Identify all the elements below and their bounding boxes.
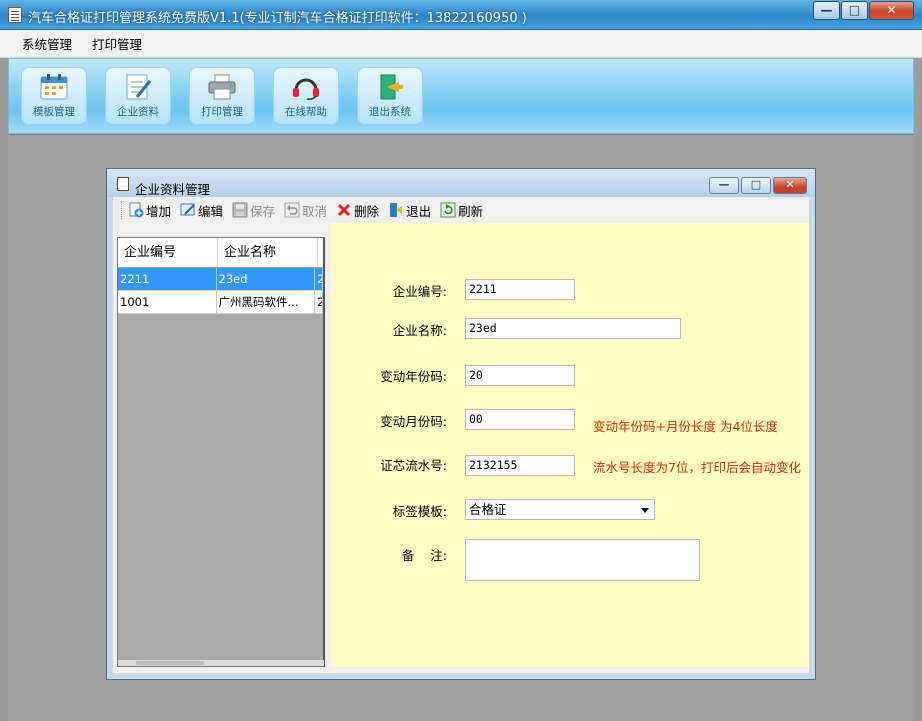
year-code-field[interactable]: 20 xyxy=(465,365,575,386)
window-title: 汽车合格证打印管理系统免费版V1.1(专业订制汽车合格证打印软件：1382216… xyxy=(28,11,527,26)
clipboard-icon xyxy=(117,177,129,191)
template-manage-label: 模板管理 xyxy=(33,106,75,118)
record-toolbar: 增加 编辑 保存 取消 删除 退出 刷新 xyxy=(113,197,809,223)
app-icon xyxy=(8,7,22,23)
menu-print[interactable]: 打印管理 xyxy=(82,34,152,53)
save-button[interactable]: 保存 xyxy=(232,201,275,220)
exit-label: 退出 xyxy=(406,203,432,219)
month-code-label: 变动月份码: xyxy=(380,414,447,429)
cancel-button[interactable]: 取消 xyxy=(284,201,327,220)
table-row[interactable]: 1001 广州黑码软件... 2 xyxy=(118,291,323,314)
menu-system[interactable]: 系统管理 xyxy=(0,34,82,53)
save-label: 保存 xyxy=(250,203,276,219)
child-titlebar: 企业资料管理 — □ ✕ xyxy=(107,169,815,197)
edit-icon xyxy=(180,202,196,218)
refresh-icon xyxy=(440,202,456,218)
exit-icon xyxy=(388,202,404,218)
child-close-button[interactable]: ✕ xyxy=(773,177,807,194)
child-window-title: 企业资料管理 xyxy=(135,182,211,197)
minimize-icon: — xyxy=(820,3,833,17)
company-name-field[interactable]: 23ed xyxy=(465,318,681,339)
column-header-id[interactable]: 企业编号 xyxy=(118,238,218,267)
child-window-controls: — □ ✕ xyxy=(707,177,807,194)
window-titlebar: 汽车合格证打印管理系统免费版V1.1(专业订制汽车合格证打印软件：1382216… xyxy=(0,0,922,30)
grid-horizontal-scrollbar[interactable] xyxy=(118,660,324,666)
delete-button[interactable]: 删除 xyxy=(336,201,379,220)
edit-button[interactable]: 编辑 xyxy=(180,201,223,220)
scrollbar-thumb[interactable] xyxy=(136,661,204,665)
child-maximize-button[interactable]: □ xyxy=(741,177,771,194)
year-month-hint: 变动年份码+月份长度 为4位长度 xyxy=(593,419,778,434)
cell-extra: 2 xyxy=(315,268,323,290)
chevron-down-icon xyxy=(641,508,649,513)
child-minimize-button[interactable]: — xyxy=(709,177,739,194)
exit-system-button[interactable]: 退出系统 xyxy=(357,67,423,125)
online-help-button[interactable]: 在线帮助 xyxy=(273,67,339,125)
cell-name: 广州黑码软件... xyxy=(217,291,316,313)
company-info-button[interactable]: 企业资料 xyxy=(105,67,171,125)
save-icon xyxy=(232,202,248,218)
cancel-label: 取消 xyxy=(302,203,328,219)
month-code-field[interactable]: 00 xyxy=(465,409,575,430)
template-select[interactable]: 合格证 xyxy=(465,499,655,520)
add-icon xyxy=(128,202,144,218)
child-body: 增加 编辑 保存 取消 删除 退出 刷新 企业编号 企业名称 2211 23ed… xyxy=(113,197,809,673)
template-manage-button[interactable]: 模板管理 xyxy=(21,67,87,125)
company-name-label: 企业名称: xyxy=(392,323,447,338)
company-id-label: 企业编号: xyxy=(392,284,447,299)
online-help-label: 在线帮助 xyxy=(285,106,327,118)
close-icon: ✕ xyxy=(886,3,897,17)
delete-label: 删除 xyxy=(354,203,380,219)
cell-name: 23ed xyxy=(217,268,316,290)
print-manage-button[interactable]: 打印管理 xyxy=(189,67,255,125)
menu-bar: 系统管理 打印管理 xyxy=(0,30,922,58)
document-edit-icon xyxy=(123,73,153,101)
remark-field[interactable] xyxy=(465,539,700,581)
exit-system-label: 退出系统 xyxy=(369,106,411,118)
window-controls: — □ ✕ xyxy=(812,1,914,20)
table-row[interactable]: 2211 23ed 2 xyxy=(118,268,323,291)
template-label: 标签模板: xyxy=(392,504,447,519)
minimize-button[interactable]: — xyxy=(813,1,840,20)
cell-id: 1001 xyxy=(118,291,217,313)
serial-hint: 流水号长度为7位，打印后会自动变化 xyxy=(593,460,801,475)
toolbar-grip xyxy=(121,201,124,219)
headset-icon xyxy=(291,73,321,101)
grid-header: 企业编号 企业名称 xyxy=(118,238,323,268)
year-code-label: 变动年份码: xyxy=(380,369,447,384)
detail-form: 企业编号: 2211 企业名称: 23ed 变动年份码: 20 变动月份码: 0… xyxy=(331,223,809,667)
company-grid[interactable]: 企业编号 企业名称 2211 23ed 2 1001 广州黑码软件... 2 xyxy=(117,237,325,667)
maximize-button[interactable]: □ xyxy=(841,1,868,20)
company-info-label: 企业资料 xyxy=(117,106,159,118)
company-id-field[interactable]: 2211 xyxy=(465,279,575,300)
refresh-button[interactable]: 刷新 xyxy=(440,201,483,220)
undo-icon xyxy=(284,202,300,218)
cell-extra: 2 xyxy=(315,291,323,313)
serial-no-field[interactable]: 2132155 xyxy=(465,455,575,476)
refresh-label: 刷新 xyxy=(458,203,484,219)
maximize-icon: □ xyxy=(848,3,861,17)
serial-no-label: 证芯流水号: xyxy=(380,458,447,473)
cell-id: 2211 xyxy=(118,268,217,290)
add-label: 增加 xyxy=(146,203,172,219)
delete-icon xyxy=(336,202,352,218)
printer-icon xyxy=(207,73,237,101)
close-icon: ✕ xyxy=(785,178,795,191)
edit-label: 编辑 xyxy=(198,203,224,219)
maximize-icon: □ xyxy=(750,178,762,191)
column-header-name[interactable]: 企业名称 xyxy=(218,238,318,267)
company-info-window: 企业资料管理 — □ ✕ 增加 编辑 保存 取消 删除 退出 刷新 企业编号 企… xyxy=(106,168,816,680)
main-toolbar: 模板管理 企业资料 打印管理 在线帮助 退出系统 xyxy=(8,58,914,134)
remark-label: 备 注: xyxy=(401,548,447,563)
close-button[interactable]: ✕ xyxy=(869,1,914,20)
calendar-icon xyxy=(39,73,69,101)
minimize-icon: — xyxy=(718,178,730,191)
add-button[interactable]: 增加 xyxy=(128,201,171,220)
template-select-value: 合格证 xyxy=(469,502,507,517)
print-manage-label: 打印管理 xyxy=(201,106,243,118)
exit-button[interactable]: 退出 xyxy=(388,201,431,220)
exit-door-icon xyxy=(375,73,405,101)
